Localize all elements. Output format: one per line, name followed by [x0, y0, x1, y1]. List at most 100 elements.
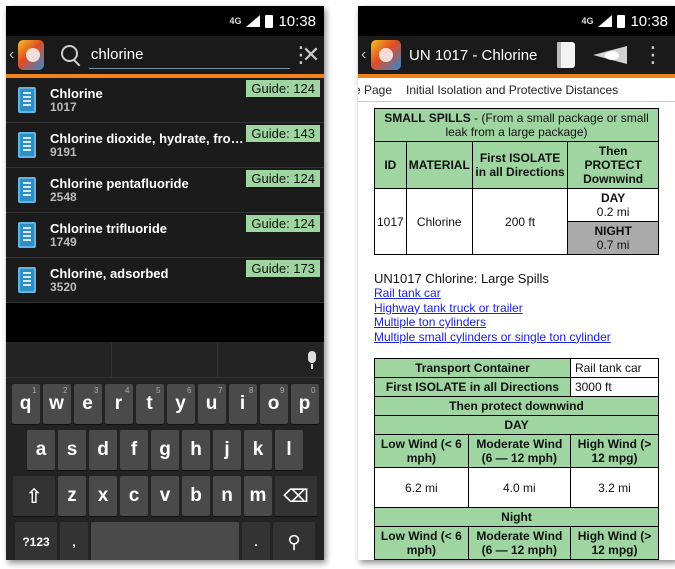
shift-key-icon[interactable]: ⇧	[13, 476, 55, 516]
search-icon	[60, 44, 79, 66]
guide-book-icon[interactable]	[557, 42, 576, 68]
keyboard-row-4: ?123 , . ⚲	[6, 522, 324, 560]
battery-icon	[265, 14, 274, 28]
detail-action-bar: ‹ UN 1017 - Chlorine ⋮	[358, 36, 675, 78]
key-y[interactable]: 6y	[166, 384, 195, 424]
app-logo-icon[interactable]	[371, 40, 401, 70]
key-i[interactable]: 8i	[228, 384, 257, 424]
key-h[interactable]: h	[182, 430, 210, 470]
result-id: 1017	[50, 99, 77, 114]
key-t[interactable]: 5t	[135, 384, 164, 424]
signal-icon	[246, 15, 261, 27]
result-name: Chlorine	[50, 85, 103, 101]
search-key-icon[interactable]: ⚲	[273, 522, 315, 560]
key-l[interactable]: l	[275, 430, 303, 470]
list-item[interactable]: Chlorine pentafluoride 2548 Guide: 124	[6, 168, 324, 213]
link-multiple-small-cylinders[interactable]: Multiple small cylinders or single ton c…	[374, 330, 668, 345]
guide-book-icon	[18, 87, 36, 113]
key-v[interactable]: v	[151, 476, 179, 516]
status-bar: 4G 10:38	[358, 6, 675, 36]
key-w[interactable]: 2w	[42, 384, 71, 424]
map-icon[interactable]	[593, 43, 629, 67]
key-j[interactable]: j	[213, 430, 241, 470]
night-label: Night	[374, 507, 659, 527]
tab-guide-page[interactable]: e Page	[358, 83, 392, 97]
key-x[interactable]: x	[89, 476, 117, 516]
protect-downwind-label: Then protect downwind	[374, 396, 659, 416]
guide-badge: Guide: 124	[246, 80, 320, 97]
app-logo-icon[interactable]	[17, 40, 44, 70]
col-material-header: MATERIAL	[405, 141, 473, 189]
key-a[interactable]: a	[27, 430, 55, 470]
battery-icon	[617, 14, 626, 28]
key-r[interactable]: 4r	[104, 384, 133, 424]
key-o[interactable]: 9o	[259, 384, 288, 424]
key-k[interactable]: k	[244, 430, 272, 470]
right-phone-screen: 4G 10:38 ‹ UN 1017 - Chlorine ⋮ e Page I…	[358, 6, 675, 560]
day-moderate-value: 4.0 mi	[467, 467, 571, 508]
key-s[interactable]: s	[58, 430, 86, 470]
link-multiple-ton-cylinders[interactable]: Multiple ton cylinders	[374, 315, 668, 330]
back-chevron-icon[interactable]: ‹	[9, 46, 18, 64]
key-p[interactable]: 0p	[290, 384, 319, 424]
small-spills-header: SMALL SPILLS - (From a small package or …	[374, 108, 659, 142]
search-input[interactable]	[88, 41, 290, 69]
result-id: 9191	[50, 144, 77, 159]
key-f[interactable]: f	[120, 430, 148, 470]
status-bar: 4G 10:38	[6, 6, 324, 36]
moderate-wind-header: Moderate Wind (6 — 12 mph)	[467, 434, 571, 468]
key-n[interactable]: n	[213, 476, 241, 516]
small-spills-table: SMALL SPILLS - (From a small package or …	[374, 108, 659, 255]
result-id: 1749	[50, 234, 77, 249]
search-results-list: Chlorine 1017 Guide: 124 Chlorine dioxid…	[6, 78, 324, 303]
key-e[interactable]: 3e	[73, 384, 102, 424]
key-m[interactable]: m	[244, 476, 272, 516]
keyboard-row-3: ⇧ z x c v b n m ⌫	[6, 476, 324, 516]
cell-night: NIGHT 0.7 mi	[567, 221, 659, 255]
list-item[interactable]: Chlorine trifluoride 1749 Guide: 124	[6, 213, 324, 258]
key-c[interactable]: c	[120, 476, 148, 516]
guide-badge: Guide: 124	[246, 170, 320, 187]
cell-id: 1017	[374, 188, 407, 255]
space-key[interactable]	[91, 522, 239, 560]
search-action-bar: ‹ ✕ ⋮	[6, 36, 324, 78]
list-item[interactable]: Chlorine, adsorbed 3520 Guide: 173	[6, 258, 324, 303]
tab-isolation-distances[interactable]: Initial Isolation and Protective Distanc…	[406, 83, 618, 97]
left-phone-screen: 4G 10:38 ‹ ✕ ⋮ Chlorine 1017 Guide: 124 …	[6, 6, 324, 560]
night-high-value	[569, 559, 660, 560]
period-key[interactable]: .	[242, 522, 270, 560]
link-rail-tank-car[interactable]: Rail tank car	[374, 286, 668, 301]
large-spills-title: UN1017 Chlorine: Large Spills	[374, 271, 549, 286]
suggestion-slot[interactable]	[112, 342, 218, 377]
key-g[interactable]: g	[151, 430, 179, 470]
overflow-menu-icon[interactable]: ⋮	[642, 44, 664, 66]
key-u[interactable]: 7u	[197, 384, 226, 424]
tab-strip: e Page Initial Isolation and Protective …	[358, 78, 675, 102]
backspace-key-icon[interactable]: ⌫	[275, 476, 317, 516]
key-q[interactable]: 1q	[11, 384, 40, 424]
day-high-value: 3.2 mi	[569, 467, 660, 508]
key-d[interactable]: d	[89, 430, 117, 470]
result-name: Chlorine dioxide, hydrate, fro…	[50, 130, 244, 146]
comma-key[interactable]: ,	[60, 522, 88, 560]
link-highway-tank-truck[interactable]: Highway tank truck or trailer	[374, 301, 668, 316]
cell-day: DAY 0.2 mi	[567, 188, 659, 222]
back-chevron-icon[interactable]: ‹	[361, 46, 371, 64]
isolate-label: First ISOLATE in all Directions	[374, 377, 571, 397]
keyboard-row-2: a s d f g h j k l	[6, 430, 324, 470]
isolate-value: 3000 ft	[569, 377, 660, 397]
guide-badge: Guide: 124	[246, 215, 320, 232]
suggestion-slot[interactable]	[6, 342, 112, 377]
list-item[interactable]: Chlorine 1017 Guide: 124	[6, 78, 324, 123]
keyboard-row-1: 1q 2w 3e 4r 5t 6y 7u 8i 9o 0p	[6, 384, 324, 424]
list-item[interactable]: Chlorine dioxide, hydrate, fro… 9191 Gui…	[6, 123, 324, 168]
microphone-icon[interactable]	[308, 351, 316, 369]
symbols-key[interactable]: ?123	[15, 522, 57, 560]
isolation-content: SMALL SPILLS - (From a small package or …	[358, 102, 675, 560]
key-z[interactable]: z	[58, 476, 86, 516]
guide-badge: Guide: 143	[246, 125, 320, 142]
col-protect-header: Then PROTECT Downwind	[567, 141, 659, 189]
key-b[interactable]: b	[182, 476, 210, 516]
overflow-menu-icon[interactable]: ⋮	[290, 44, 312, 66]
day-label: DAY	[374, 415, 659, 435]
